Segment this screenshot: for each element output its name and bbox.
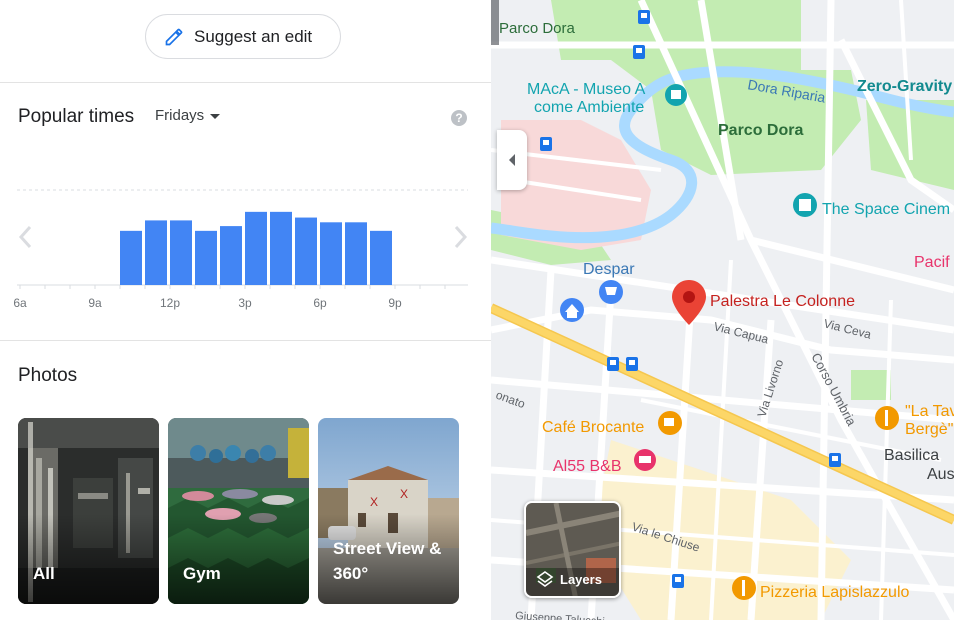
chart-bar (320, 222, 342, 285)
day-selector-dropdown[interactable]: Fridays (155, 107, 221, 124)
map-label-maca-2: come Ambiente (534, 99, 644, 116)
chart-tick-label: 6a (13, 296, 27, 310)
chart-tick-label: 9a (88, 296, 102, 310)
chart-bar (145, 220, 167, 285)
map-label-la-tav-2: Bergè" (905, 421, 953, 438)
map-label-al55: Al55 B&B (553, 458, 621, 475)
suggest-edit-button[interactable]: Suggest an edit (145, 14, 341, 59)
photo-shade (168, 514, 309, 604)
photo-caption: Street View & 360° (333, 539, 442, 583)
popular-times-title: Popular times (18, 106, 135, 127)
map-label-despar: Despar (583, 261, 635, 278)
pencil-icon (165, 28, 183, 45)
tram-stop-icon (638, 10, 650, 24)
chart-bar (345, 222, 367, 285)
chart-bar (120, 230, 142, 285)
map-label-cafe: Café Brocante (542, 419, 644, 436)
tram-stop-icon (633, 45, 645, 59)
layers-label: Layers (560, 572, 602, 587)
popular-times-chart: 6a 9a 12p 3p 6p 9p (13, 189, 468, 310)
svg-text:X: X (400, 487, 408, 501)
chart-bar (245, 211, 267, 285)
section-divider (0, 340, 491, 341)
caret-down-icon (210, 114, 221, 119)
chart-bar (220, 226, 242, 285)
section-divider (0, 82, 491, 83)
photo-gym[interactable]: Gym (168, 418, 309, 604)
hotel-icon (634, 449, 656, 471)
map-label-la-tav: "La Tav (905, 403, 954, 420)
photo-street-view[interactable]: X X Street View & 360° (318, 418, 459, 604)
restaurant-icon (875, 406, 899, 430)
chart-tick-label: 9p (388, 296, 402, 310)
chevron-left-icon[interactable] (16, 224, 34, 250)
layers-button[interactable]: Layers (524, 501, 621, 598)
restaurant-icon (732, 576, 756, 600)
museum-icon (665, 84, 687, 106)
map-label-parco-dora: Parco Dora (718, 122, 803, 139)
chart-bar (295, 217, 317, 285)
photos-title: Photos (18, 365, 78, 386)
chart-bar (370, 230, 392, 285)
map-label-space-cinema: The Space Cinem (822, 201, 950, 218)
photo-all[interactable]: All (18, 418, 159, 604)
map-label-pacif: Pacif (914, 254, 950, 271)
park-area (851, 370, 891, 400)
map-label-parco-dora-top: Parco Dora (499, 20, 576, 37)
map-label-pizzeria: Pizzeria Lapislazzulo (760, 584, 910, 601)
day-selector-label: Fridays (155, 107, 205, 124)
layers-icon (536, 571, 554, 587)
cafe-icon (658, 411, 682, 435)
photo-caption: Gym (183, 564, 221, 583)
map-edge (491, 0, 499, 45)
map-label-zero-gravity: Zero-Gravity (857, 78, 952, 95)
chart-tick-label: 6p (313, 296, 327, 310)
map-label-basilica: Basilica (884, 447, 939, 464)
collapse-panel-button[interactable] (497, 130, 527, 190)
chart-bar (270, 211, 292, 285)
photo-shade (18, 514, 159, 604)
chevron-right-icon[interactable] (452, 224, 470, 250)
chart-tick-label: 3p (238, 296, 252, 310)
photo-caption: All (33, 564, 55, 583)
home-icon (560, 298, 584, 322)
tram-stop-icon (626, 357, 638, 371)
chart-bar (170, 220, 192, 285)
map-label-palestra: Palestra Le Colonne (710, 293, 855, 310)
chart-bar (195, 230, 217, 285)
chart-tick-label: 12p (160, 296, 180, 310)
cinema-icon (793, 193, 817, 217)
map-label-basilica-2: Aus (927, 466, 954, 483)
help-icon[interactable]: ? (451, 110, 467, 126)
tram-stop-icon (540, 137, 552, 151)
tram-stop-icon (672, 574, 684, 588)
tram-stop-icon (607, 357, 619, 371)
suggest-edit-label: Suggest an edit (194, 26, 313, 46)
svg-text:X: X (370, 495, 378, 509)
place-details-panel: Suggest an edit Popular times Fridays ? … (0, 0, 491, 620)
shopping-cart-icon (599, 280, 623, 304)
caret-left-icon (509, 154, 515, 166)
tram-stop-icon (829, 453, 841, 467)
map-label-maca: MAcA - Museo A (527, 81, 646, 98)
